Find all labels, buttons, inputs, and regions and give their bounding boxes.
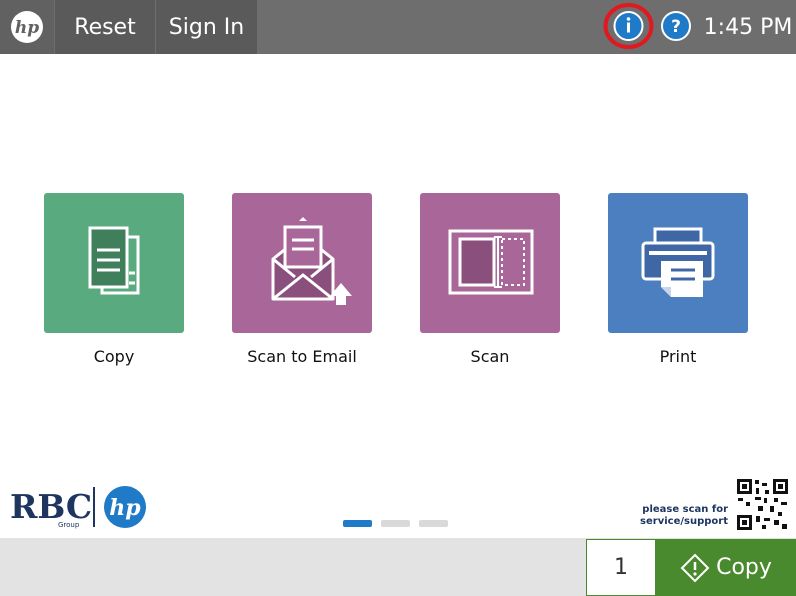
qr-code-icon: [736, 478, 789, 531]
svg-text:hp: hp: [15, 18, 39, 38]
scan-to-email-tile[interactable]: [232, 193, 372, 333]
scan-icon: [448, 229, 534, 295]
svg-text:?: ?: [671, 17, 681, 37]
app-scan-to-email[interactable]: Scan to Email: [232, 193, 372, 366]
home-screen: hp Reset Sign In ? 1:45 PM Copy Scan to …: [0, 0, 796, 596]
email-icon: [271, 217, 352, 305]
page-indicator: [343, 520, 453, 528]
copy-start-button[interactable]: Copy: [656, 539, 796, 596]
help-icon: ?: [661, 11, 691, 41]
printer-icon: [641, 227, 715, 297]
rbc-hp-logo: RBC Group hp: [8, 483, 153, 531]
app-label: Print: [659, 347, 697, 366]
app-label: Scan: [470, 347, 510, 366]
scan-line-2: service/support: [640, 516, 728, 527]
info-button[interactable]: [603, 2, 654, 50]
app-label: Copy: [93, 347, 135, 366]
page-dot-1[interactable]: [343, 520, 372, 527]
reset-button[interactable]: Reset: [55, 0, 155, 54]
copy-start-label: Copy: [716, 555, 772, 580]
scan-tile[interactable]: [420, 193, 560, 333]
svg-text:hp: hp: [109, 495, 141, 521]
copy-icon: [88, 226, 140, 295]
start-diamond-icon: [680, 553, 710, 582]
info-icon: [603, 3, 654, 49]
app-copy[interactable]: Copy: [44, 193, 184, 366]
service-support-text: please scan for service/support: [620, 504, 728, 528]
print-tile[interactable]: [608, 193, 748, 333]
rbc-group-text: Group: [58, 521, 80, 529]
copy-tile[interactable]: [44, 193, 184, 333]
copies-count-field[interactable]: 1: [586, 539, 656, 596]
app-print[interactable]: Print: [608, 193, 748, 366]
sign-in-button[interactable]: Sign In: [156, 0, 257, 54]
page-dot-3[interactable]: [419, 520, 448, 527]
rbc-logo-text: RBC: [10, 487, 92, 526]
app-label: Scan to Email: [247, 347, 357, 366]
scan-line-1: please scan for: [642, 504, 728, 515]
help-button[interactable]: ?: [659, 9, 693, 43]
hp-logo-icon: hp: [11, 11, 43, 43]
clock: 1:45 PM: [703, 14, 793, 40]
page-dot-2[interactable]: [381, 520, 410, 527]
app-scan[interactable]: Scan: [420, 193, 560, 366]
top-bar: hp Reset Sign In ? 1:45 PM: [0, 0, 796, 54]
hp-home-button[interactable]: hp: [0, 0, 54, 54]
